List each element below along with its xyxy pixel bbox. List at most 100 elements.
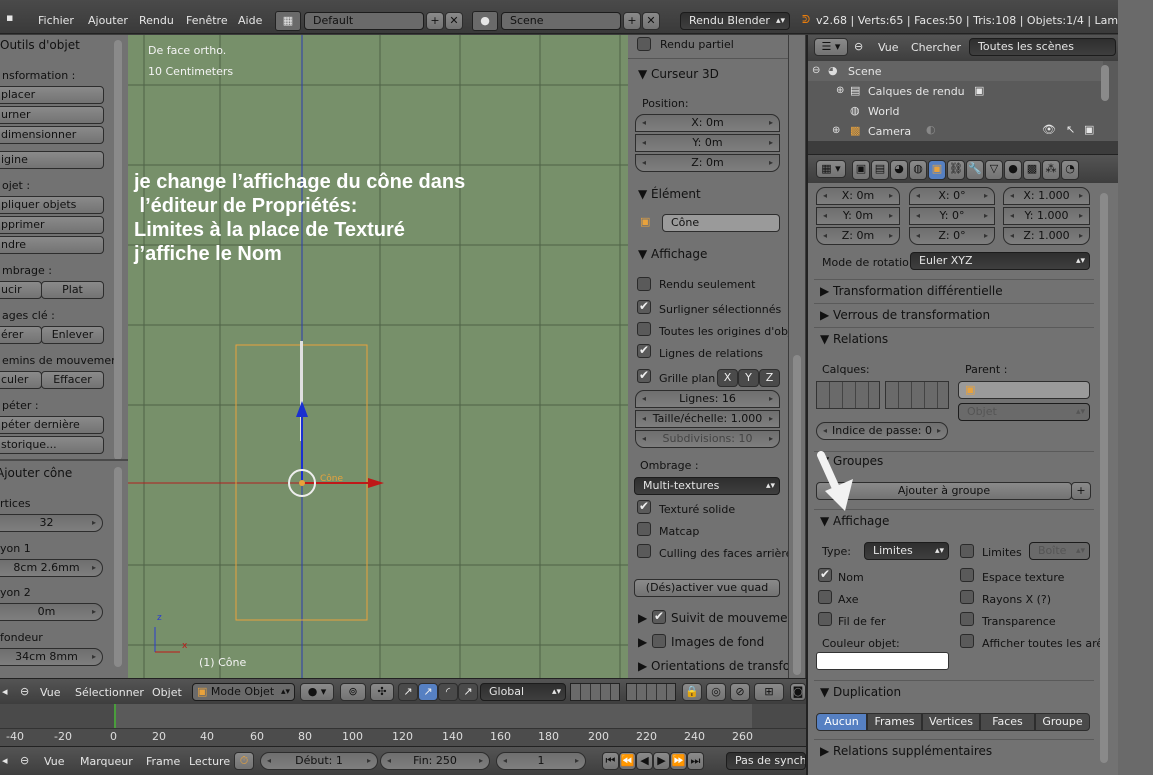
dup-group-tab[interactable]: Groupe — [1035, 713, 1090, 731]
timeline-collapse-icon[interactable]: ⊖ — [20, 754, 29, 767]
extra-relations-header[interactable]: ▶ Relations supplémentaires — [820, 744, 992, 758]
end-frame-field[interactable]: ◂ Fin: 250 ▸ — [380, 752, 490, 770]
tool-shelf-scrollbar[interactable] — [114, 40, 122, 460]
expand-render-layers-icon[interactable]: ⊕ — [836, 85, 844, 96]
prev-key-button[interactable]: ⏪ — [619, 752, 636, 770]
cursor-panel-header[interactable]: ▼ Curseur 3D — [638, 67, 719, 81]
grid-axis-x-toggle[interactable]: X — [717, 369, 738, 387]
rotation-z-field[interactable]: ◂ Z: 0° ▸ — [909, 227, 995, 245]
play-button[interactable]: ▶ — [653, 752, 670, 770]
flat-button[interactable]: Plat — [41, 281, 104, 299]
remove-key-button[interactable]: Enlever — [41, 326, 104, 344]
transform-locks-header[interactable]: ▶ Verrous de transformation — [820, 308, 990, 322]
preview-range-button[interactable]: ⏱ — [234, 752, 254, 770]
play-reverse-button[interactable]: ◀ — [636, 752, 653, 770]
transparency-checkbox[interactable] — [960, 612, 974, 626]
item-name-field[interactable]: Cône — [662, 214, 780, 232]
insert-key-button[interactable]: érer — [0, 326, 42, 344]
orientation-select[interactable]: Global ▴▾ — [480, 683, 566, 701]
timeline-view-menu[interactable]: Vue — [44, 755, 65, 768]
particles-tab-icon[interactable]: ⁂ — [1042, 160, 1060, 180]
scene-icon[interactable]: ● — [472, 11, 498, 31]
apply-button[interactable]: pliquer objets — [0, 196, 104, 214]
playback-menu[interactable]: Lecture — [189, 755, 230, 768]
location-y-field[interactable]: ◂ Y: 0m ▸ — [816, 207, 900, 225]
transform-space-button[interactable]: ↗ — [458, 683, 478, 701]
relationship-lines-checkbox[interactable] — [637, 343, 651, 358]
vertices-field[interactable]: 32 ▸ — [0, 514, 103, 532]
viewport-shading-select[interactable]: Multi-textures ▴▾ — [634, 477, 780, 495]
outliner-item-world[interactable]: World — [868, 105, 900, 118]
timeline[interactable]: -40 -20 0 20 40 60 80 100 120 140 160 18… — [0, 704, 806, 746]
menu-rendu[interactable]: Rendu — [139, 14, 174, 27]
grid-axis-z-toggle[interactable]: Z — [759, 369, 780, 387]
relations-header[interactable]: ▼ Relations — [820, 332, 888, 346]
layout-add-button[interactable]: + — [426, 12, 444, 30]
grid-subdivisions-field[interactable]: ◂ Subdivisions: 10 ▸ — [635, 430, 780, 448]
scene-tab-icon[interactable]: ◕ — [890, 160, 908, 180]
render-layer-toggle-icon[interactable]: ▣ — [974, 84, 984, 97]
dup-none-tab[interactable]: Aucun — [816, 713, 867, 731]
location-z-field[interactable]: ◂ Z: 0m ▸ — [816, 227, 900, 245]
outliner-scrollbar[interactable] — [1101, 65, 1109, 101]
mode-select[interactable]: ▣ Mode Objet ▴▾ — [192, 683, 295, 701]
location-x-field[interactable]: ◂ X: 0m ▸ — [816, 187, 900, 205]
data-tab-icon[interactable]: ▽ — [985, 160, 1003, 180]
frame-menu[interactable]: Frame — [146, 755, 180, 768]
layers-grid-1[interactable] — [570, 683, 620, 701]
outliner-filter-select[interactable]: Toutes les scènes — [969, 38, 1116, 56]
bounds-type-select[interactable]: Boîte ▴▾ — [1029, 542, 1090, 560]
history-button[interactable]: storique... — [0, 436, 104, 454]
texture-tab-icon[interactable]: ▩ — [1023, 160, 1041, 180]
jump-end-button[interactable]: ⏭ — [687, 752, 704, 770]
layout-select[interactable]: Default — [304, 12, 424, 30]
pivot-button[interactable]: ⊚ — [340, 683, 366, 701]
radius2-field[interactable]: 0m ▸ — [0, 603, 103, 621]
pass-index-field[interactable]: ◂ Indice de passe: 0 ▸ — [816, 422, 948, 440]
dup-frames-tab[interactable]: Frames — [867, 713, 922, 731]
menu-fichier[interactable]: Fichier — [38, 14, 74, 27]
render-layers-tab-icon[interactable]: ▤ — [871, 160, 889, 180]
start-frame-field[interactable]: ◂ Début: 1 ▸ — [260, 752, 378, 770]
snap-toggle[interactable]: ⊘ — [730, 683, 750, 701]
grid-axis-y-toggle[interactable]: Y — [738, 369, 759, 387]
constraints-tab-icon[interactable]: ⛓ — [947, 160, 965, 180]
scale-x-field[interactable]: ◂ X: 1.000 ▸ — [1003, 187, 1090, 205]
scene-add-button[interactable]: + — [623, 12, 641, 30]
collapse-icon[interactable]: ⊖ — [20, 685, 29, 698]
parent-field[interactable]: ▣ — [958, 381, 1090, 399]
object-layers-grid-1[interactable] — [816, 381, 880, 409]
layout-icon[interactable]: ▦ — [275, 11, 301, 31]
marker-menu[interactable]: Marqueur — [80, 755, 133, 768]
timeline-editor-icon[interactable]: ◂ — [2, 754, 8, 767]
jump-start-button[interactable]: ⏮ — [602, 752, 619, 770]
physics-tab-icon[interactable]: ◔ — [1061, 160, 1079, 180]
radius1-field[interactable]: 8cm 2.6mm ▸ — [0, 559, 103, 577]
scale-y-field[interactable]: ◂ Y: 1.000 ▸ — [1003, 207, 1090, 225]
material-tab-icon[interactable]: ● — [1004, 160, 1022, 180]
translate-manipulator-button[interactable]: ↗ — [398, 683, 418, 701]
outliner[interactable]: ⊖ ◕ Scene ⊕ ▤ Calques de rendu ▣ ◍ World… — [808, 61, 1118, 141]
layout-close-button[interactable]: ✕ — [445, 12, 463, 30]
cursor-z-field[interactable]: ◂ Z: 0m ▸ — [635, 154, 780, 172]
cursor-x-field[interactable]: ◂ X: 0m ▸ — [635, 114, 780, 132]
object-menu[interactable]: Objet — [152, 686, 182, 699]
n-panel-scrollbar[interactable] — [789, 35, 805, 678]
manipulator-toggle[interactable]: ✣ — [370, 683, 394, 701]
rotation-x-field[interactable]: ◂ X: 0° ▸ — [909, 187, 995, 205]
expand-scene-icon[interactable]: ⊖ — [812, 65, 820, 76]
all-origins-checkbox[interactable] — [637, 322, 651, 336]
background-images-checkbox[interactable] — [652, 634, 666, 648]
rotate-button[interactable]: urner — [0, 106, 104, 124]
grid-scale-field[interactable]: ◂ Taille/échelle: 1.000 ▸ — [635, 410, 780, 428]
display-type-select[interactable]: Limites ▴▾ — [864, 542, 949, 560]
draw-all-edges-checkbox[interactable] — [960, 634, 974, 648]
origin-button[interactable]: igine — [0, 151, 104, 169]
properties-scrollbar[interactable] — [1100, 193, 1108, 763]
outliner-view-menu[interactable]: Vue — [878, 41, 899, 54]
display-panel-header[interactable]: ▼ Affichage — [638, 247, 707, 261]
outliner-item-render-layers[interactable]: Calques de rendu — [868, 85, 965, 98]
textured-solid-checkbox[interactable] — [637, 499, 651, 514]
render-tab-icon[interactable]: ▣ — [852, 160, 870, 180]
translate-button[interactable]: placer — [0, 86, 104, 104]
